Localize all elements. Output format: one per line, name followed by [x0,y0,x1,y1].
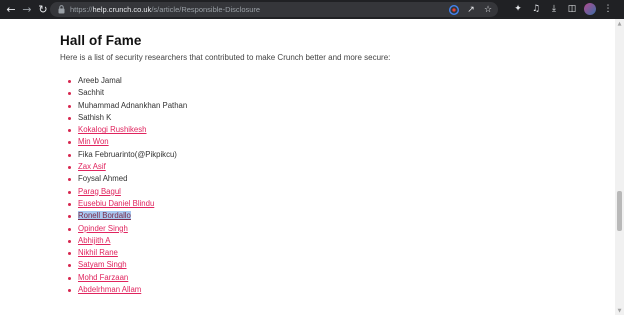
researcher-link[interactable]: Satyam Singh [78,260,127,269]
browser-toolbar: ← → ↻ https://help.crunch.co.uk/s/articl… [0,0,624,19]
menu-kebab-icon[interactable]: ⋮ [602,3,614,15]
researcher-link[interactable]: Parag Bagul [78,187,121,196]
list-item: Foysal Ahmed [60,173,187,185]
list-item[interactable]: Zax Asif [60,161,187,173]
url-text[interactable]: https://help.crunch.co.uk/s/article/Resp… [70,5,260,14]
researcher-name: Foysal Ahmed [78,174,128,184]
google-lens-icon[interactable] [448,4,460,16]
researcher-name: Sachhit [78,88,105,98]
list-item[interactable]: Mohd Farzaan [60,272,187,284]
scroll-down-arrow-icon[interactable]: ▼ [615,306,624,315]
researcher-name: Areeb Jamal [78,76,122,85]
researcher-name: Sathish K [78,112,112,122]
list-item[interactable]: Abdelrhman Allam [60,284,187,296]
list-item: Fika Februarinto(@Pikpikcu) [60,149,187,161]
url-host: help.crunch.co.uk [92,5,152,14]
reload-icon[interactable]: ↻ [36,3,50,17]
download-icon[interactable]: ⤓ [548,3,560,15]
profile-avatar[interactable] [584,3,596,15]
researcher-link[interactable]: Opinder Singh [78,224,128,233]
lock-icon[interactable] [57,5,66,15]
researcher-link[interactable]: Mohd Farzaan [78,273,128,282]
page-title: Hall of Fame [60,33,142,48]
list-item: Sathish K [60,112,187,124]
list-item[interactable]: Min Won [60,136,187,148]
researcher-link[interactable]: Eusebiu Daniel Blindu [78,199,154,208]
researcher-link[interactable]: Zax Asif [78,162,106,171]
list-item[interactable]: Kokalogi Rushikesh [60,124,187,136]
url-prefix: https:// [70,5,93,14]
forward-arrow-icon[interactable]: → [20,3,34,17]
list-item[interactable]: Eusebiu Daniel Blindu [60,198,187,210]
address-bar[interactable]: https://help.crunch.co.uk/s/article/Resp… [50,2,498,17]
scroll-up-arrow-icon[interactable]: ▲ [615,19,624,28]
bookmark-star-icon[interactable]: ☆ [482,4,494,16]
list-item[interactable]: Satyam Singh [60,259,187,271]
researcher-list: Areeb Jamal Sachhit Muhammad Adnankhan Pat… [60,75,187,296]
researcher-link[interactable]: Min Won [78,137,109,146]
list-item[interactable]: Ronell Bordallo [60,210,187,222]
list-item[interactable]: Nikhil Rane [60,247,187,259]
list-item: Areeb Jamal [60,75,187,87]
scrollbar-thumb[interactable] [617,191,622,231]
media-control-icon[interactable]: ♫ [530,3,542,15]
researcher-name: Muhammad Adnankhan Pathan [78,100,188,110]
researcher-link[interactable]: Abhijith A [78,236,111,245]
side-panel-icon[interactable]: ◫ [566,3,578,15]
researcher-link[interactable]: Abdelrhman Allam [78,285,141,294]
extensions-puzzle-icon[interactable]: ✦ [512,3,524,15]
researcher-link[interactable]: Nikhil Rane [78,248,118,257]
list-item: Muhammad Adnankhan Pathan [60,100,187,112]
url-path: /s/article/Responsible-Disclosure [151,5,261,14]
researcher-name: Fika Februarinto(@Pikpikcu) [78,149,177,159]
researcher-link[interactable]: Ronell Bordallo [78,211,131,221]
list-item[interactable]: Parag Bagul [60,186,187,198]
list-item[interactable]: Opinder Singh [60,223,187,235]
vertical-scrollbar[interactable]: ▲ ▼ [615,19,624,315]
list-item: Sachhit [60,87,187,99]
page-viewport: Hall of Fame Here is a list of security … [0,19,615,315]
researcher-link[interactable]: Kokalogi Rushikesh [78,125,146,134]
list-item[interactable]: Abhijith A [60,235,187,247]
back-arrow-icon[interactable]: ← [4,3,18,17]
intro-text: Here is a list of security researchers t… [60,53,391,62]
share-icon[interactable]: ↗ [465,4,477,16]
